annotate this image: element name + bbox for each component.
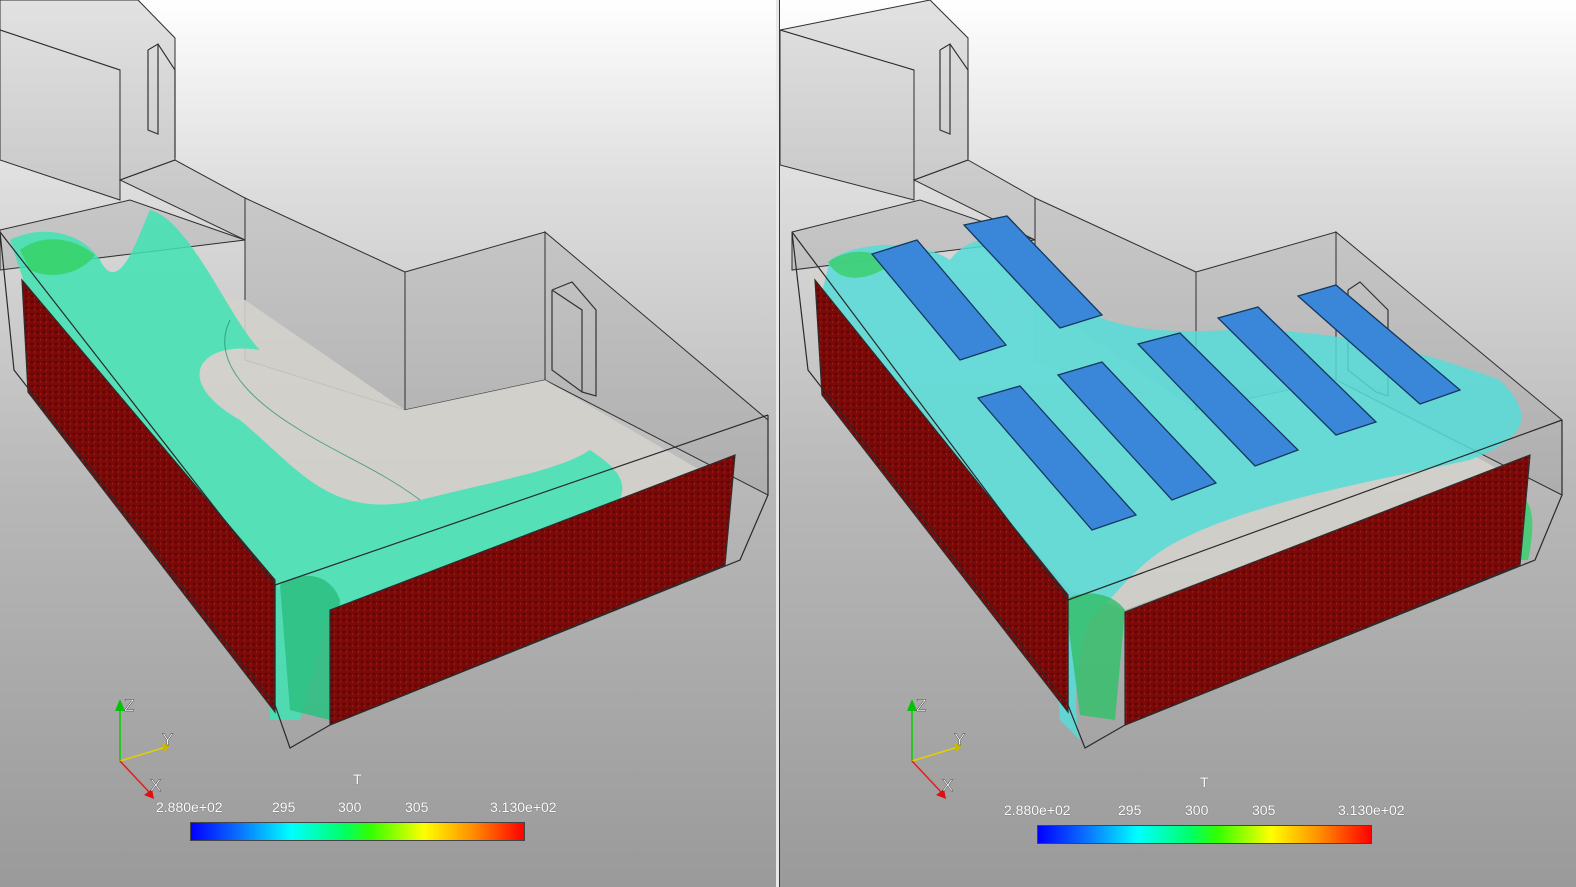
legend-title: T (353, 771, 362, 787)
legend-colorbar (1037, 825, 1372, 844)
legend-min-label: 2.880e+02 (156, 799, 223, 815)
axis-x-label: X (942, 776, 953, 795)
legend-tick-label: 305 (405, 799, 429, 815)
paraview-render-window: Z Y X T 2.880e+02 295 300 305 3.130e+02 (0, 0, 1576, 887)
axis-x-label: X (150, 776, 161, 795)
legend-tick-label: 305 (1252, 802, 1276, 818)
legend-colorbar (190, 822, 525, 841)
orientation-axes-left: Z Y X (115, 696, 174, 799)
orientation-axes-right: Z Y X (907, 696, 966, 799)
legend-tick-label: 295 (1118, 802, 1142, 818)
axis-z-label: Z (124, 696, 134, 715)
axis-y-label: Y (162, 730, 173, 749)
render-view-right[interactable]: Z Y X T 2.880e+02 295 300 305 3.130e+02 (780, 0, 1576, 887)
render-view-left[interactable]: Z Y X T 2.880e+02 295 300 305 3.130e+02 (0, 0, 776, 887)
legend-title: T (1200, 774, 1209, 790)
legend-tick-label: 295 (272, 799, 296, 815)
legend-min-label: 2.880e+02 (1004, 802, 1071, 818)
legend-tick-label: 300 (338, 799, 362, 815)
legend-max-label: 3.130e+02 (1338, 802, 1405, 818)
axis-y-label: Y (954, 730, 965, 749)
legend-tick-label: 300 (1185, 802, 1209, 818)
axis-z-label: Z (916, 696, 926, 715)
legend-max-label: 3.130e+02 (490, 799, 557, 815)
